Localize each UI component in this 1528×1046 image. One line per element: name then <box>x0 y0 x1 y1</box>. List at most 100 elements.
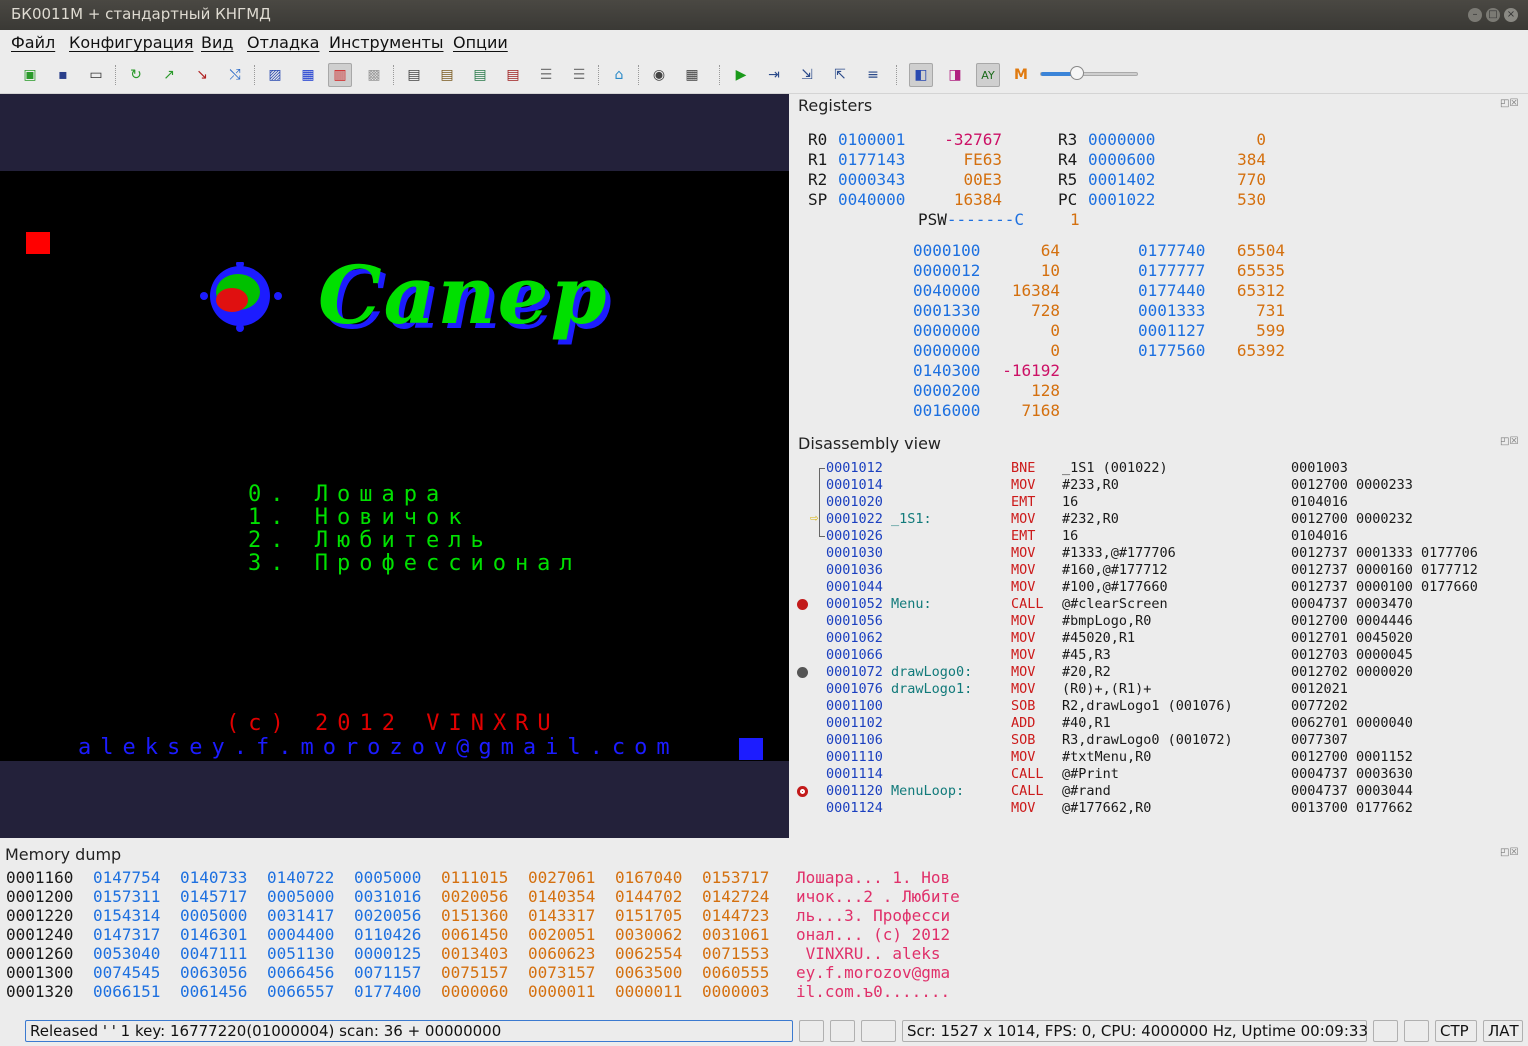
memory-word[interactable]: 0177400 <box>354 982 421 1001</box>
memory-word[interactable]: 0146301 <box>180 925 247 944</box>
memory-word[interactable]: 0047111 <box>180 944 247 963</box>
memory-word[interactable]: 0151705 <box>615 906 682 925</box>
database-1-icon[interactable]: ☰ <box>534 63 558 87</box>
memory-word[interactable]: 0140733 <box>180 868 247 887</box>
register-octal[interactable]: 0001402 <box>1088 170 1168 190</box>
register-octal[interactable]: 0177440 <box>1138 281 1208 301</box>
ay-icon[interactable]: AY <box>976 63 1000 87</box>
register-octal[interactable]: 0177560 <box>1138 341 1208 361</box>
disasm-row[interactable]: 0001014 MOV #233,R0 0012700 0000233 <box>790 477 1528 494</box>
register-octal[interactable]: 0001330 <box>913 301 983 321</box>
memory-word[interactable]: 0000003 <box>702 982 769 1001</box>
close-button[interactable]: × <box>1504 8 1518 22</box>
register-octal[interactable]: 0000012 <box>913 261 983 281</box>
memory-word[interactable]: 0140354 <box>528 887 595 906</box>
disasm-row[interactable]: 0001052 Menu: CALL @#clearScreen 0004737 000… <box>790 596 1528 613</box>
printer-3-icon[interactable]: ▤ <box>468 63 492 87</box>
register-octal[interactable]: 0040000 <box>838 190 918 210</box>
memory-word[interactable]: 0031061 <box>702 925 769 944</box>
memory-word[interactable]: 0060555 <box>702 963 769 982</box>
memory-word[interactable]: 0071157 <box>354 963 421 982</box>
memory-word[interactable]: 0000060 <box>441 982 508 1001</box>
camera-icon[interactable]: ◉ <box>647 63 671 87</box>
memory-word[interactable]: 0013403 <box>441 944 508 963</box>
memory-word[interactable]: 0167040 <box>615 868 682 887</box>
menu-options[interactable]: Опции <box>453 33 508 52</box>
minimize-button[interactable]: – <box>1468 8 1482 22</box>
memory-word[interactable]: 0005000 <box>267 887 334 906</box>
disasm-row[interactable]: 0001120 MenuLoop: CALL @#rand 0004737 000304… <box>790 783 1528 800</box>
memory-word[interactable]: 0000011 <box>615 982 682 1001</box>
memory-word[interactable]: 0154314 <box>93 906 160 925</box>
memory-word[interactable]: 0020051 <box>528 925 595 944</box>
memory-word[interactable]: 0063056 <box>180 963 247 982</box>
step-out-icon[interactable]: ⇱ <box>828 63 852 87</box>
disasm-row[interactable]: 0001062 MOV #45020,R1 0012701 0045020 <box>790 630 1528 647</box>
panel-float-close-icon[interactable]: ◰☒ <box>1500 98 1518 109</box>
menu-tools[interactable]: Инструменты <box>329 33 444 52</box>
memory-word[interactable]: 0110426 <box>354 925 421 944</box>
memory-word[interactable]: 0143317 <box>528 906 595 925</box>
memory-word[interactable]: 0147754 <box>93 868 160 887</box>
register-octal[interactable]: 0001127 <box>1138 321 1208 341</box>
mute-icon[interactable]: ◨ <box>943 63 967 87</box>
memory-word[interactable]: 0063500 <box>615 963 682 982</box>
breakpoints-icon[interactable]: ≡ <box>861 63 885 87</box>
save-icon[interactable]: ▪ <box>51 63 75 87</box>
panel-float-close-icon[interactable]: ◰☒ <box>1500 847 1518 858</box>
register-octal[interactable]: 0000100 <box>913 241 983 261</box>
disasm-row[interactable]: 0001106 SOB R3,drawLogo0 (001072) 0077307 <box>790 732 1528 749</box>
menu-configuration[interactable]: Конфигурация <box>69 33 193 52</box>
memory-word[interactable]: 0005000 <box>180 906 247 925</box>
memory-word[interactable]: 0030062 <box>615 925 682 944</box>
memory-word[interactable]: 0144723 <box>702 906 769 925</box>
screenshot-icon[interactable]: ▭ <box>84 63 108 87</box>
memory-word[interactable]: 0000011 <box>528 982 595 1001</box>
disasm-row[interactable]: 0001066 MOV #45,R3 0012703 0000045 <box>790 647 1528 664</box>
disk-eject-icon[interactable]: ↘ <box>190 63 214 87</box>
disabled-breakpoint-icon[interactable] <box>797 667 808 678</box>
game-menu-item-2[interactable]: 2. Любитель <box>248 529 582 552</box>
memory-word[interactable]: 0000125 <box>354 944 421 963</box>
memory-word[interactable]: 0060623 <box>528 944 595 963</box>
printer-2-icon[interactable]: ▤ <box>435 63 459 87</box>
game-menu-item-0[interactable]: 0. Лошара <box>248 483 582 506</box>
disasm-row[interactable]: 0001020 EMT 16 0104016 <box>790 494 1528 511</box>
memory-word[interactable]: 0051130 <box>267 944 334 963</box>
memory-word[interactable]: 0031016 <box>354 887 421 906</box>
register-octal[interactable]: 0177143 <box>838 150 918 170</box>
register-octal[interactable]: 0040000 <box>913 281 983 301</box>
memory-word[interactable]: 0066456 <box>267 963 334 982</box>
disasm-row[interactable]: 0001072 drawLogo0: MOV #20,R2 0012702 000002… <box>790 664 1528 681</box>
printer-4-icon[interactable]: ▤ <box>501 63 525 87</box>
memory-word[interactable]: 0145717 <box>180 887 247 906</box>
memory-word[interactable]: 0020056 <box>441 887 508 906</box>
game-menu-item-3[interactable]: 3. Профессионал <box>248 552 582 575</box>
disasm-row[interactable]: 0001012 BNE _1S1 (001022) 0001003 <box>790 460 1528 477</box>
memory-word[interactable]: 0027061 <box>528 868 595 887</box>
hatch-icon[interactable]: ▨ <box>263 63 287 87</box>
color-palette-icon[interactable]: ▥ <box>328 63 352 87</box>
disasm-row[interactable]: 0001100 SOB R2,drawLogo1 (001076) 0077202 <box>790 698 1528 715</box>
register-octal[interactable]: 0000000 <box>913 321 983 341</box>
register-octal[interactable]: 0100001 <box>838 130 918 150</box>
panel-float-close-icon[interactable]: ◰☒ <box>1500 436 1518 447</box>
disasm-row[interactable]: 0001026 EMT 16 0104016 <box>790 528 1528 545</box>
memory-word[interactable]: 0061456 <box>180 982 247 1001</box>
memory-word[interactable]: 0153717 <box>702 868 769 887</box>
disasm-row[interactable]: ⇨ 0001022 _1S1: MOV #232,R0 0012700 0000232 <box>790 510 1528 528</box>
disasm-row[interactable]: 0001124 MOV @#177662,R0 0013700 0177662 <box>790 800 1528 817</box>
conditional-breakpoint-icon[interactable] <box>797 786 808 797</box>
maximize-button[interactable]: □ <box>1486 8 1500 22</box>
disasm-row[interactable]: 0001030 MOV #1333,@#177706 0012737 0001333 … <box>790 545 1528 562</box>
menu-view[interactable]: Вид <box>201 33 233 52</box>
register-octal[interactable]: 0001022 <box>1088 190 1168 210</box>
psw-flags[interactable]: -------C <box>947 210 1024 229</box>
disasm-row[interactable]: 0001114 CALL @#Print 0004737 0003630 <box>790 766 1528 783</box>
speaker-icon[interactable]: ◧ <box>909 63 933 87</box>
memory-word[interactable]: 0071553 <box>702 944 769 963</box>
memory-word[interactable]: 0031417 <box>267 906 334 925</box>
breakpoint-icon[interactable] <box>797 599 808 610</box>
printer-1-icon[interactable]: ▤ <box>402 63 426 87</box>
disasm-row[interactable]: 0001036 MOV #160,@#177712 0012737 0000160 0… <box>790 562 1528 579</box>
